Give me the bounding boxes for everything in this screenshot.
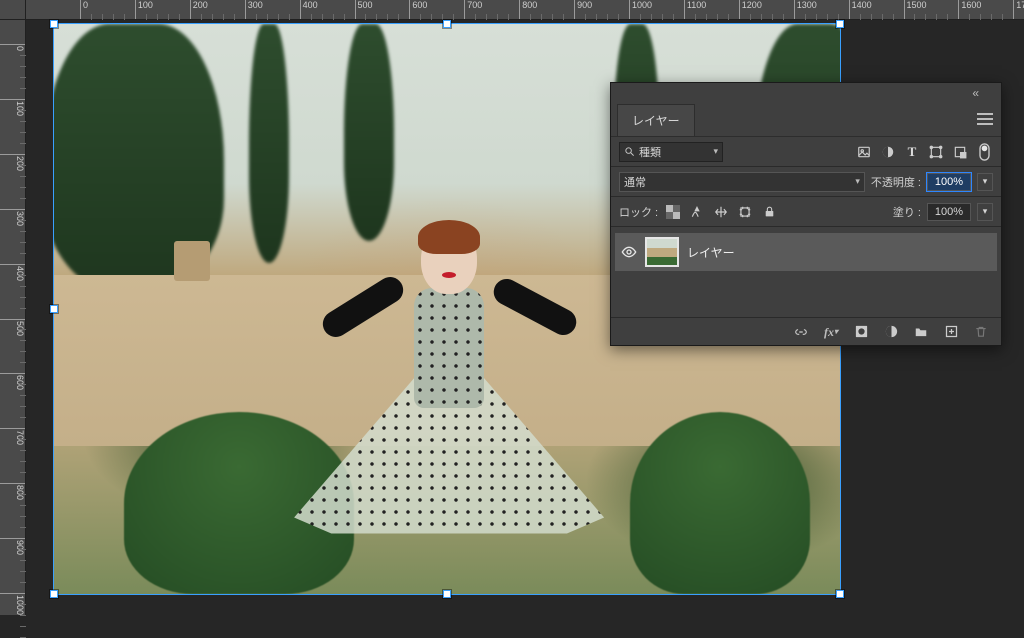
ruler-tick: 700 <box>464 0 482 19</box>
filter-kind-dropdown[interactable]: 種類 ▾ <box>619 142 723 162</box>
ruler-tick: 1700 <box>1013 0 1024 19</box>
layer-thumbnail[interactable] <box>645 237 679 267</box>
opacity-input[interactable]: 100% <box>927 173 971 191</box>
lock-all-icon[interactable] <box>760 203 778 221</box>
tab-label: レイヤー <box>632 114 680 128</box>
lock-fill-row: ロック : 塗り : 100% ▾ <box>611 197 1001 227</box>
lock-position-icon[interactable] <box>712 203 730 221</box>
panel-menu-icon[interactable] <box>977 113 993 125</box>
ruler-tick: 900 <box>574 0 592 19</box>
transform-handle-tl[interactable] <box>50 20 58 28</box>
trash-icon[interactable] <box>973 324 989 340</box>
lock-image-icon[interactable] <box>688 203 706 221</box>
transform-handle-bl[interactable] <box>50 590 58 598</box>
ruler-tick: 0 <box>80 0 88 19</box>
layer-list: レイヤー <box>611 227 1001 317</box>
ruler-tick: 800 <box>519 0 537 19</box>
lock-transparent-icon[interactable] <box>664 203 682 221</box>
visibility-toggle[interactable] <box>621 244 637 260</box>
ruler-tick: 300 <box>245 0 263 19</box>
ruler-horizontal[interactable]: 0100200300400500600700800900100011001200… <box>26 0 1024 20</box>
ruler-tick: 800 <box>0 483 25 500</box>
blend-mode-value: 通常 <box>624 174 646 190</box>
panel-titlebar[interactable]: « <box>611 83 1001 105</box>
transform-handle-l[interactable] <box>50 305 58 313</box>
transform-handle-tr[interactable] <box>836 20 844 28</box>
ruler-tick: 0 <box>0 44 25 51</box>
new-layer-icon[interactable] <box>943 324 959 340</box>
ruler-tick: 400 <box>0 264 25 281</box>
smartobject-icon[interactable] <box>951 143 969 161</box>
fx-icon[interactable]: fx▾ <box>823 324 839 340</box>
layer-filter-row: 種類 ▾ T <box>611 137 1001 167</box>
layers-panel[interactable]: « レイヤー 種類 ▾ T 通常 ▾ 不透明度 : 100% ▾ ロック : <box>610 82 1002 346</box>
ruler-corner <box>0 0 26 20</box>
image-icon[interactable] <box>855 143 873 161</box>
fill-label: 塗り : <box>893 204 921 220</box>
ruler-vertical[interactable]: 01002003004005006007008009001000 <box>0 20 26 615</box>
lock-artboard-icon[interactable] <box>736 203 754 221</box>
filter-kind-label: 種類 <box>639 144 709 160</box>
artboard-toggle-icon[interactable] <box>975 143 993 161</box>
ruler-tick: 100 <box>0 99 25 116</box>
transform-handle-t[interactable] <box>443 20 451 28</box>
panel-collapse-icon[interactable]: « <box>972 86 979 100</box>
opacity-label: 不透明度 : <box>871 174 921 190</box>
group-icon[interactable] <box>913 324 929 340</box>
lock-label: ロック : <box>619 204 658 220</box>
opacity-value: 100% <box>935 176 963 188</box>
transform-handle-b[interactable] <box>443 590 451 598</box>
blend-mode-dropdown[interactable]: 通常 ▾ <box>619 172 865 192</box>
ruler-tick: 200 <box>190 0 208 19</box>
ruler-tick: 600 <box>409 0 427 19</box>
transform-handle-br[interactable] <box>836 590 844 598</box>
chevron-down-icon: ▾ <box>855 176 860 187</box>
panel-tabstrip: レイヤー <box>611 105 1001 137</box>
ruler-tick: 500 <box>0 319 25 336</box>
ruler-tick: 300 <box>0 209 25 226</box>
fill-input[interactable]: 100% <box>927 203 971 221</box>
layer-name[interactable]: レイヤー <box>687 244 735 261</box>
fill-dropdown-button[interactable]: ▾ <box>977 203 993 221</box>
ruler-tick: 200 <box>0 154 25 171</box>
opacity-dropdown-button[interactable]: ▾ <box>977 173 993 191</box>
tab-layers[interactable]: レイヤー <box>617 104 695 136</box>
ruler-tick: 500 <box>355 0 373 19</box>
fill-value: 100% <box>935 206 963 218</box>
ruler-tick: 900 <box>0 538 25 555</box>
shape-icon[interactable] <box>927 143 945 161</box>
type-icon[interactable]: T <box>903 143 921 161</box>
ruler-tick: 700 <box>0 428 25 445</box>
ruler-tick: 400 <box>300 0 318 19</box>
search-icon <box>624 146 635 157</box>
layer-row[interactable]: レイヤー <box>615 233 997 271</box>
link-icon[interactable] <box>793 324 809 340</box>
chevron-down-icon: ▾ <box>713 146 718 157</box>
adjustment-layer-icon[interactable] <box>883 324 899 340</box>
ruler-tick: 100 <box>135 0 153 19</box>
ruler-tick: 600 <box>0 373 25 390</box>
blend-opacity-row: 通常 ▾ 不透明度 : 100% ▾ <box>611 167 1001 197</box>
adjustment-icon[interactable] <box>879 143 897 161</box>
mask-icon[interactable] <box>853 324 869 340</box>
panel-footer: fx▾ <box>611 317 1001 345</box>
